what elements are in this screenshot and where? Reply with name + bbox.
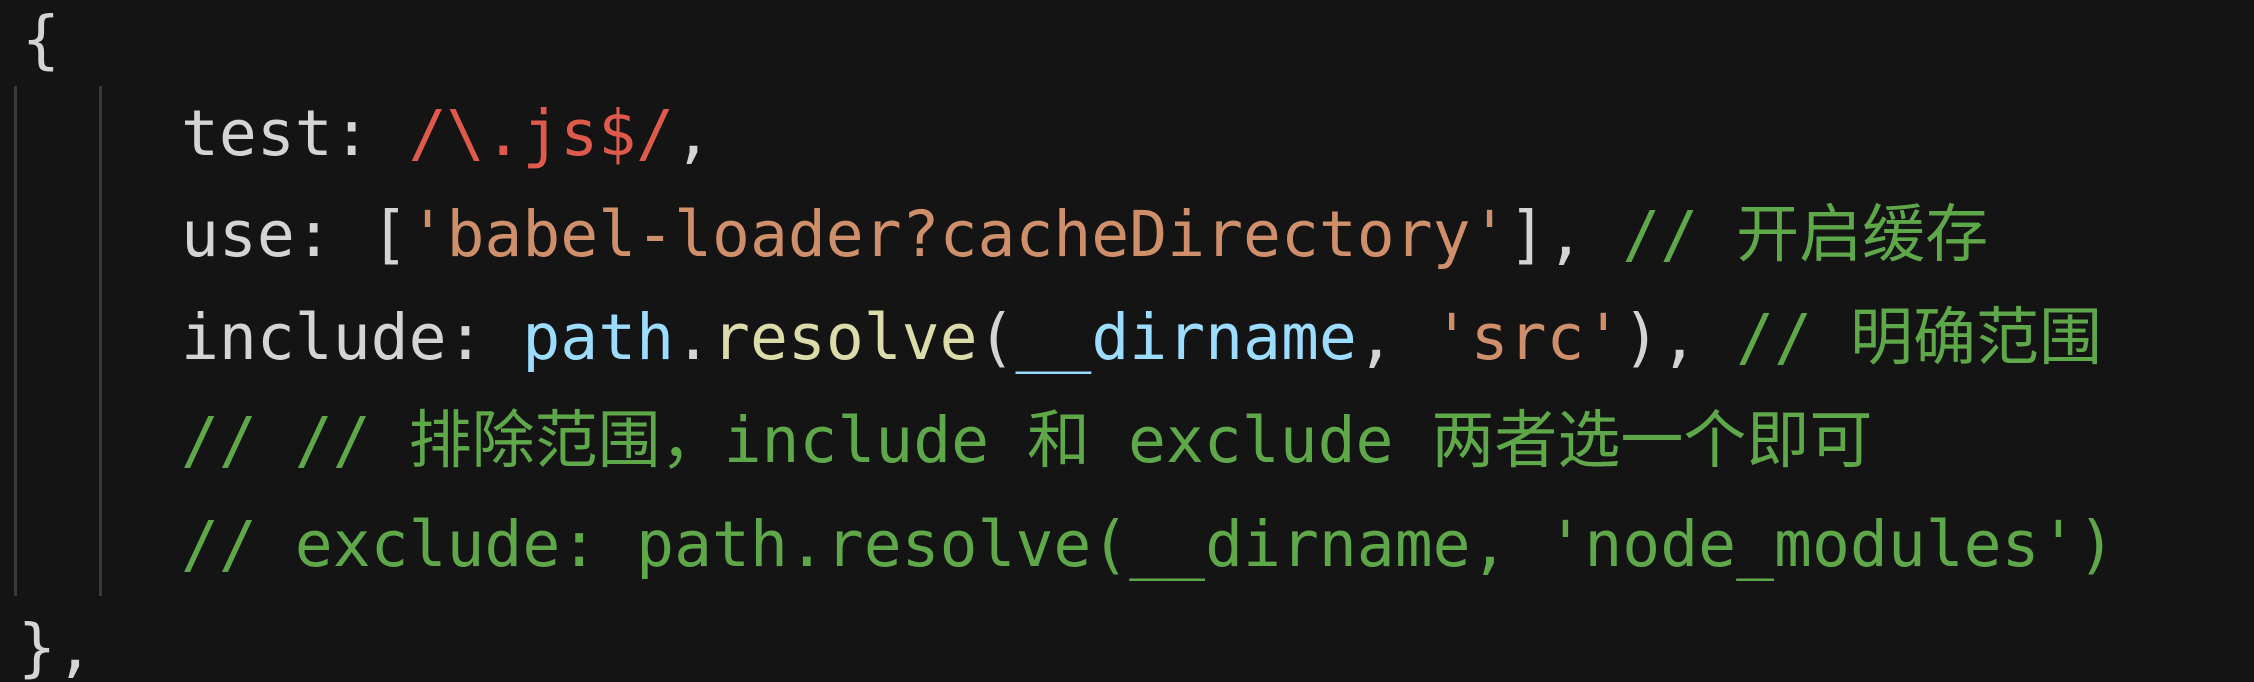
indent-guide-outer <box>14 86 17 596</box>
token-regex-js: /\.js$/ <box>408 97 675 170</box>
code-line-6: // exclude: path.resolve(__dirname, 'nod… <box>181 493 2115 596</box>
token-comma-space: , <box>1356 301 1433 374</box>
code-line-5: // // 排除范围，include 和 exclude 两者选一个即可 <box>181 389 1872 492</box>
code-line-1: { <box>22 0 60 91</box>
token-key-use: use: [ <box>181 198 409 271</box>
token-comment-cache: // 开启缓存 <box>1622 198 1989 271</box>
token-comment-exclude-line: // exclude: path.resolve(__dirname, 'nod… <box>181 508 2116 581</box>
code-line-2: test: /\.js$/, <box>181 82 712 185</box>
token-string-src: 'src' <box>1432 301 1623 374</box>
token-paren-close: ), <box>1622 301 1737 374</box>
token-var-path: path <box>522 301 675 374</box>
code-editor[interactable]: { test: /\.js$/, use: ['babel-loader?cac… <box>0 0 2254 682</box>
token-key-test: test: <box>181 97 409 170</box>
code-line-3: use: ['babel-loader?cacheDirectory'], //… <box>181 183 1988 286</box>
token-close-brace: }, <box>18 611 94 682</box>
token-dot: . <box>674 301 713 374</box>
token-comment-range: // 明确范围 <box>1736 301 2102 374</box>
token-comma: , <box>674 97 713 170</box>
token-func-resolve: resolve <box>712 301 978 374</box>
indent-guide-inner <box>99 86 102 596</box>
token-comment-exclude-note: // // 排除范围，include 和 exclude 两者选一个即可 <box>181 404 1873 477</box>
token-open-brace: { <box>22 3 60 76</box>
token-var-dirname: __dirname <box>1015 301 1357 374</box>
code-line-7: }, <box>18 596 94 682</box>
token-key-include: include: <box>181 301 523 374</box>
token-string-babel-loader: 'babel-loader?cacheDirectory' <box>408 198 1509 271</box>
token-paren-open: ( <box>977 301 1016 374</box>
token-close-bracket: ], <box>1508 198 1623 271</box>
code-line-4: include: path.resolve(__dirname, 'src'),… <box>181 286 2102 389</box>
